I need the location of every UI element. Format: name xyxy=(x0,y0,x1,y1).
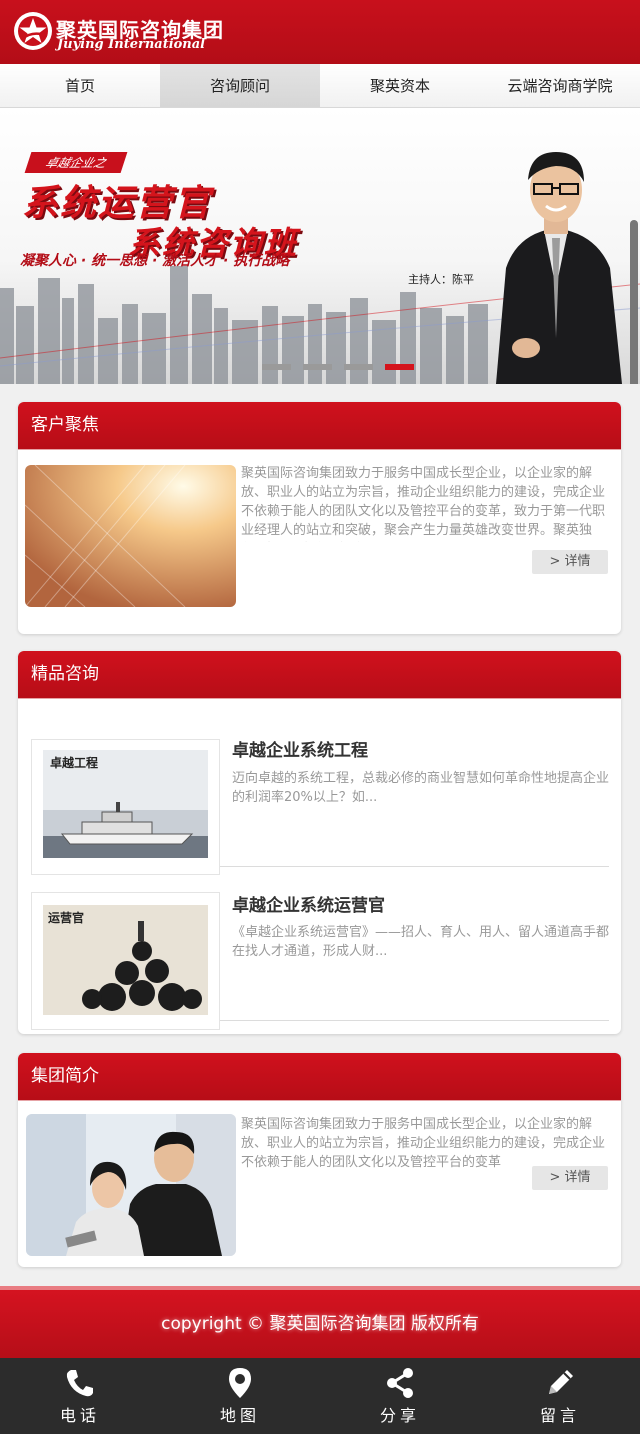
banner-host: 主持人：陈平 xyxy=(408,273,474,286)
banner-tag: 卓越企业之 xyxy=(24,152,128,173)
call-button[interactable]: 电话 xyxy=(0,1358,160,1434)
consult-item-desc: 迈向卓越的系统工程，总裁必修的商业智慧如何革命性地提高企业的利润率20%以上？如… xyxy=(232,771,610,805)
section-group-intro: 集团简介 聚英国际咨询集团致力于服务中国成长型企业，以企业家的解放、职业人的站立… xyxy=(18,1053,621,1267)
divider xyxy=(220,1020,609,1021)
call-label: 电话 xyxy=(59,1406,100,1425)
nav-item-home[interactable]: 首页 xyxy=(0,64,160,107)
section-title: 精品咨询 xyxy=(18,651,621,699)
section-client-focus: 客户聚焦 聚英国际咨询集团致力于服务中国成长型企业，以企业家的解放、职业人的站立… xyxy=(18,402,621,634)
logo-star-icon[interactable] xyxy=(14,12,52,50)
focus-description: 聚英国际咨询集团致力于服务中国成长型企业，以企业家的解放、职业人的站立为宗旨，推… xyxy=(241,466,606,538)
consult-thumb-1-text: 卓越工程 xyxy=(50,756,99,770)
section-title: 集团简介 xyxy=(18,1053,621,1101)
nav-item-capital[interactable]: 聚英资本 xyxy=(320,64,480,107)
pencil-icon xyxy=(549,1370,573,1394)
intro-description: 聚英国际咨询集团致力于服务中国成长型企业，以企业家的解放、职业人的站立为宗旨，推… xyxy=(241,1117,606,1170)
intro-more-button[interactable]: > 详情 xyxy=(532,1166,608,1190)
focus-more-button[interactable]: > 详情 xyxy=(532,550,608,574)
consult-item-title[interactable]: 卓越企业系统工程 xyxy=(232,736,368,761)
section-featured-consulting: 精品咨询 卓越工程 卓越企业系统工程 迈向卓越的系统工程，总裁必修的商业智慧如何… xyxy=(18,651,621,1034)
banner-presenter-image xyxy=(496,152,622,384)
consult-thumb-2-text: 运营官 xyxy=(48,911,85,925)
map-pin-icon xyxy=(229,1368,251,1398)
pager-dot-2[interactable] xyxy=(303,364,332,370)
consult-thumb-2[interactable]: 运营官 xyxy=(31,892,220,1030)
pager-dot-3[interactable] xyxy=(344,364,373,370)
copyright-text: copyright © 聚英国际咨询集团 版权所有 xyxy=(161,1314,479,1334)
banner-slogan: 凝聚人心 · 统一思想 · 激活人才 · 执行战略 xyxy=(20,253,290,269)
banner-pager xyxy=(262,364,414,370)
logo-text-en[interactable]: Juying International xyxy=(57,37,205,52)
pager-dot-4[interactable] xyxy=(385,364,414,370)
phone-icon xyxy=(66,1370,93,1397)
message-button[interactable]: 留言 xyxy=(480,1358,640,1434)
site-header: 聚英国际咨询集团 Juying International xyxy=(0,0,640,64)
section-title: 客户聚焦 xyxy=(18,402,621,450)
message-label: 留言 xyxy=(539,1406,580,1425)
share-icon xyxy=(387,1368,413,1398)
divider xyxy=(220,866,609,867)
map-button[interactable]: 地图 xyxy=(160,1358,320,1434)
intro-photo[interactable] xyxy=(26,1114,236,1256)
banner-slider[interactable]: 卓越企业之 系统运营官 系统咨询班 凝聚人心 · 统一思想 · 激活人才 · 执… xyxy=(0,108,640,384)
consult-thumb-1[interactable]: 卓越工程 xyxy=(31,739,220,875)
map-label: 地图 xyxy=(219,1406,260,1425)
focus-photo[interactable] xyxy=(25,465,236,607)
scrollbar[interactable] xyxy=(630,220,638,384)
consult-item-desc: 《卓越企业系统运营官》——招人、育人、用人、留人通道高手都在找人才通道，形成人财… xyxy=(232,925,610,959)
pager-dot-1[interactable] xyxy=(262,364,291,370)
nav-item-consultants[interactable]: 咨询顾问 xyxy=(160,64,320,107)
share-label: 分享 xyxy=(379,1406,420,1425)
bottom-action-bar: 电话 地图 分享 留言 xyxy=(0,1358,640,1434)
site-footer: copyright © 聚英国际咨询集团 版权所有 xyxy=(0,1286,640,1358)
main-nav: 首页 咨询顾问 聚英资本 云端咨询商学院 xyxy=(0,64,640,108)
share-button[interactable]: 分享 xyxy=(320,1358,480,1434)
consult-item-title[interactable]: 卓越企业系统运营官 xyxy=(232,891,385,916)
nav-item-academy[interactable]: 云端咨询商学院 xyxy=(480,64,640,107)
